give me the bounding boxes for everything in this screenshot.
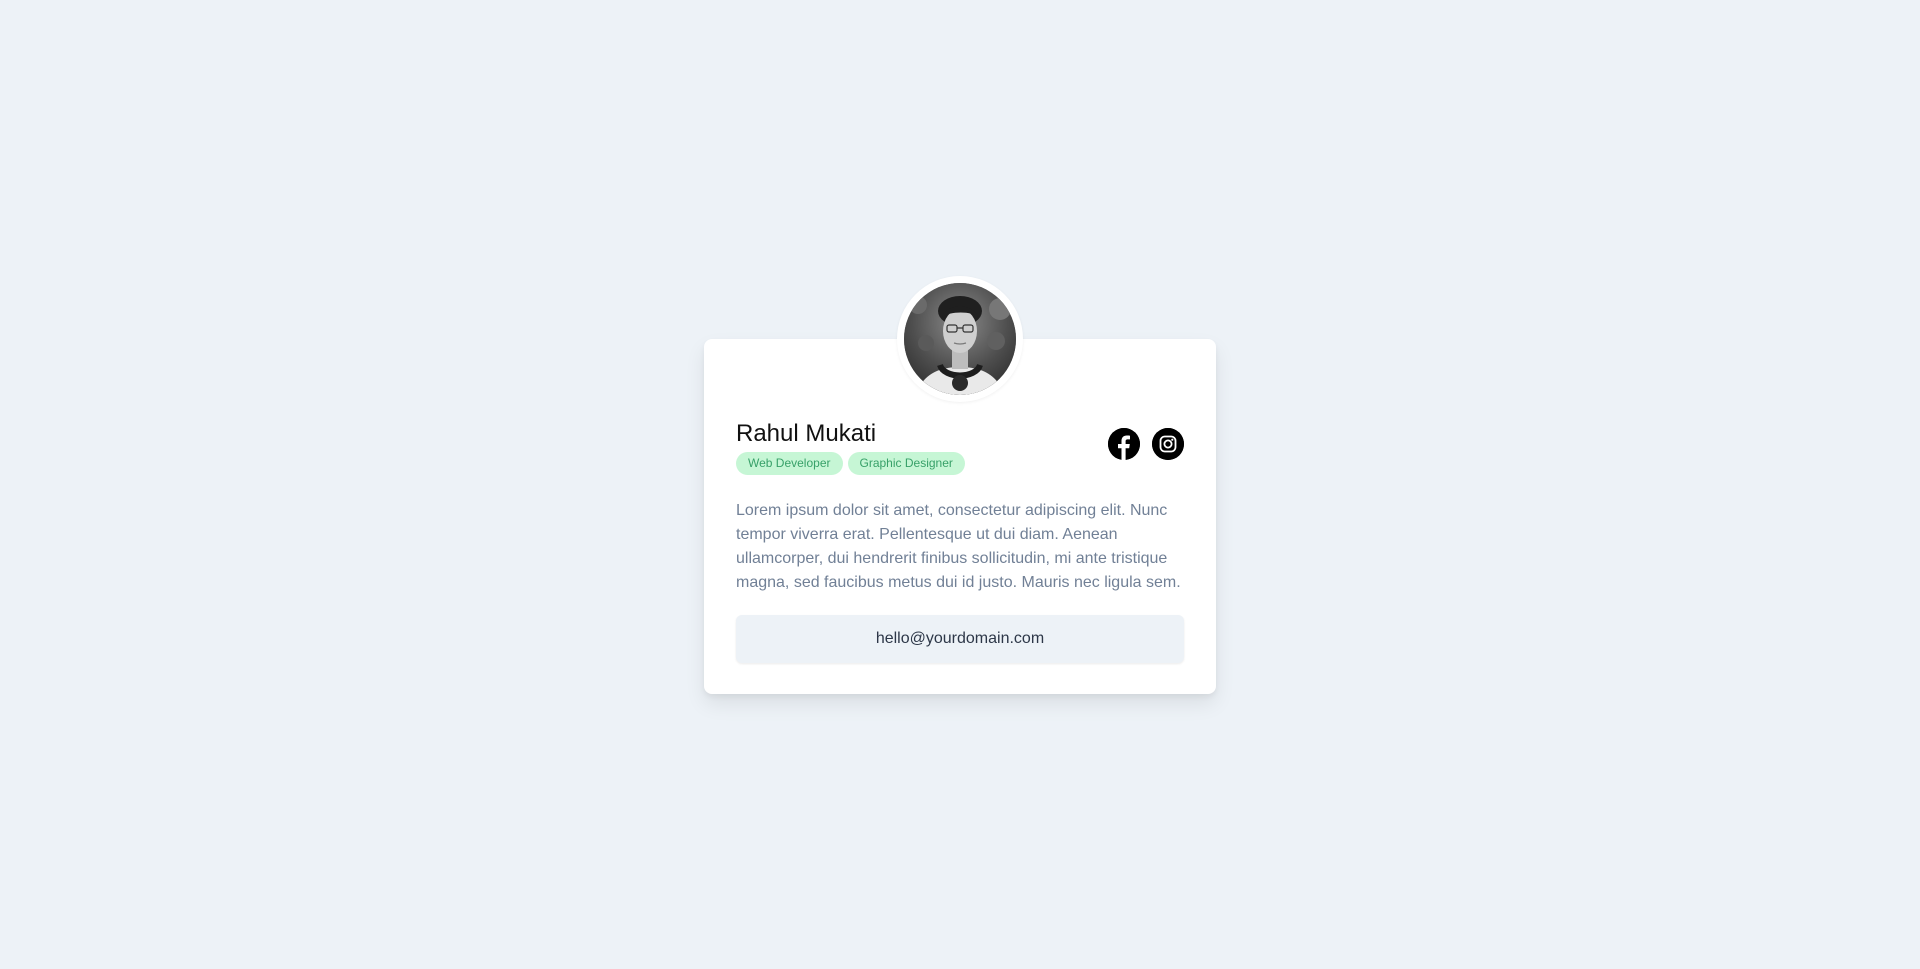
email-button[interactable]: hello@yourdomain.com (736, 615, 1184, 663)
profile-bio: Lorem ipsum dolor sit amet, consectetur … (736, 502, 1181, 591)
role-tags: Web Developer Graphic Designer (736, 452, 965, 475)
social-links (1108, 428, 1184, 460)
tag-web-developer: Web Developer (736, 452, 843, 475)
page: Rahul Mukati Web Developer Graphic Desig… (0, 0, 1920, 969)
avatar-ring (897, 276, 1023, 402)
instagram-link[interactable] (1152, 428, 1184, 460)
avatar (904, 283, 1016, 395)
facebook-icon (1108, 428, 1140, 460)
instagram-icon (1152, 428, 1184, 460)
tag-graphic-designer: Graphic Designer (847, 452, 965, 475)
profile-name: Rahul Mukati (736, 420, 877, 447)
avatar-photo (904, 283, 1016, 395)
facebook-link[interactable] (1108, 428, 1140, 460)
profile-header: Rahul Mukati Web Developer Graphic Desig… (736, 419, 1184, 479)
